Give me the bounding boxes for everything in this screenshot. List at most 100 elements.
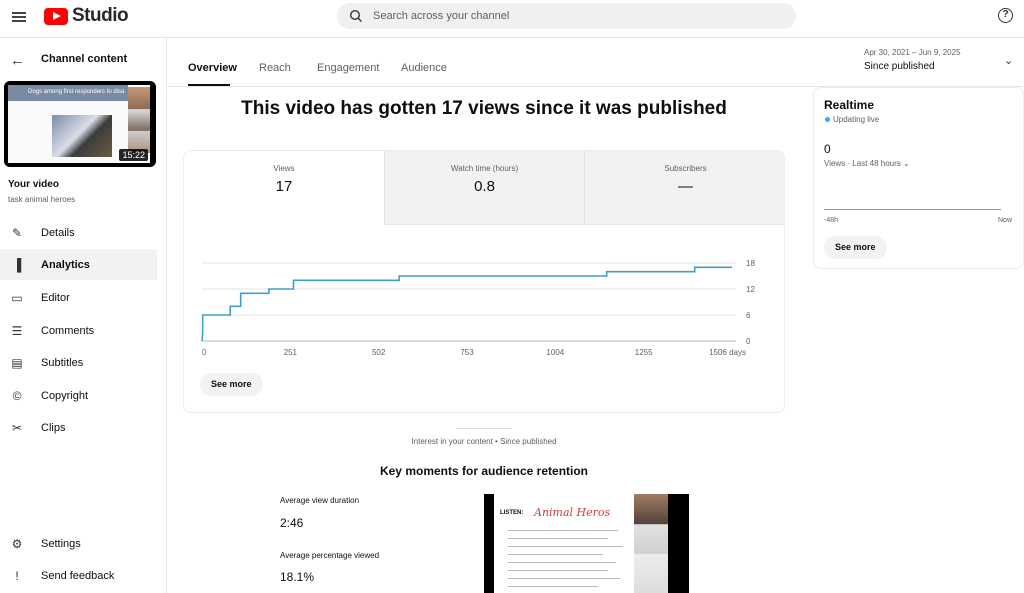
sidebar-item-send-feedback[interactable]: ! Send feedback xyxy=(0,560,157,591)
sidebar-item-label: Editor xyxy=(41,291,70,304)
y-tick-label: 6 xyxy=(746,311,751,320)
sidebar-item-editor[interactable]: ▭ Editor xyxy=(0,282,157,313)
realtime-see-more-button[interactable]: See more xyxy=(824,236,887,259)
video-title: task animal heroes xyxy=(8,195,76,204)
sidebar-item-label: Settings xyxy=(41,537,81,550)
sidebar-item-settings[interactable]: ⚙ Settings xyxy=(0,528,157,559)
metric-value: 17 xyxy=(275,178,293,195)
metric-value: — xyxy=(678,178,693,195)
avg-percentage-viewed-label: Average percentage viewed xyxy=(280,551,380,560)
main-content: Overview Reach Engagement Audience Apr 3… xyxy=(168,38,1024,593)
thumbnail-caption: Dogs among first responders to disa xyxy=(28,89,125,95)
section-divider xyxy=(456,428,512,429)
x-tick-label: 1004 xyxy=(546,348,564,357)
overview-card: Views 17 Watch time (hours) 0.8 Subscrib… xyxy=(183,150,785,413)
sidebar-item-label: Analytics xyxy=(41,258,90,271)
y-tick-label: 12 xyxy=(746,285,755,294)
thumbnail-dogs-photo xyxy=(52,115,112,157)
realtime-axis-end: Now xyxy=(998,217,1013,224)
x-tick-label: 251 xyxy=(284,348,298,357)
worksheet-handwriting: Animal Heros xyxy=(534,506,611,519)
x-tick-label: 502 xyxy=(372,348,386,357)
live-dot-icon xyxy=(825,117,830,122)
copyright-icon: © xyxy=(12,388,22,403)
pencil-icon: ✎ xyxy=(11,225,23,240)
webcam-column xyxy=(634,494,668,593)
sidebar-item-label: Copyright xyxy=(41,389,89,402)
page-headline: This video has gotten 17 views since it … xyxy=(241,98,727,119)
tab-engagement[interactable]: Engagement xyxy=(317,62,379,74)
views-series-line xyxy=(201,266,732,342)
x-tick-label: 0 xyxy=(202,348,207,357)
realtime-range-dropdown[interactable]: Views · Last 48 hours ⌄ xyxy=(824,159,910,168)
y-tick-label: 18 xyxy=(746,259,755,268)
sidebar-item-comments[interactable]: ☰ Comments xyxy=(0,315,157,346)
x-tick-label: 753 xyxy=(460,348,474,357)
metric-label: Subscribers xyxy=(664,164,707,173)
sidebar-item-subtitles[interactable]: ▤ Subtitles xyxy=(0,347,157,378)
help-icon[interactable]: ? xyxy=(998,8,1013,23)
metric-value: 0.8 xyxy=(474,178,495,195)
realtime-title: Realtime xyxy=(824,98,875,112)
subtitles-icon: ▤ xyxy=(11,355,23,370)
interest-section-label: Interest in your content • Since publish… xyxy=(411,437,557,446)
realtime-status: Updating live xyxy=(833,115,880,124)
film-icon: ▭ xyxy=(11,290,23,305)
tab-audience[interactable]: Audience xyxy=(401,62,447,74)
gear-icon: ⚙ xyxy=(11,536,23,551)
metric-tab-subscribers[interactable]: Subscribers — xyxy=(584,151,784,224)
worksheet-frame: LISTEN: Animal Heros xyxy=(494,494,634,593)
video-thumbnail[interactable]: Dogs among first responders to disa 15:2… xyxy=(4,81,156,167)
chevron-down-icon: ⌄ xyxy=(903,159,910,168)
scissors-icon: ✂ xyxy=(11,420,23,435)
metric-label: Views xyxy=(273,164,295,173)
metric-tab-views[interactable]: Views 17 xyxy=(184,151,384,224)
search-bar[interactable]: Search across your channel xyxy=(337,3,796,29)
tab-overview[interactable]: Overview xyxy=(188,62,237,74)
x-tick-label: 1506 days xyxy=(709,348,746,357)
comment-icon: ☰ xyxy=(11,323,23,338)
realtime-axis-start: -48h xyxy=(824,217,839,224)
analytics-icon: ▐ xyxy=(12,257,22,272)
sidebar-item-label: Clips xyxy=(41,421,66,434)
sidebar-item-label: Subtitles xyxy=(41,356,84,369)
sidebar-item-copyright[interactable]: © Copyright xyxy=(0,380,157,411)
studio-logo[interactable]: Studio xyxy=(44,5,129,27)
date-range-text: Apr 30, 2021 – Jun 9, 2025 xyxy=(864,48,961,57)
hamburger-menu-icon[interactable] xyxy=(10,9,28,25)
key-moments-title: Key moments for audience retention xyxy=(379,464,589,478)
worksheet-listen-text: LISTEN: xyxy=(500,510,524,516)
sidebar-item-clips[interactable]: ✂ Clips xyxy=(0,412,157,443)
date-range-label: Since published xyxy=(864,61,935,72)
search-placeholder: Search across your channel xyxy=(373,10,510,22)
sidebar-item-analytics[interactable]: ▐ Analytics xyxy=(0,249,157,280)
realtime-views-value: 0 xyxy=(824,142,831,156)
video-duration: 15:22 xyxy=(119,149,148,161)
search-icon xyxy=(349,9,362,22)
feedback-icon: ! xyxy=(15,568,19,583)
sidebar-item-label: Send feedback xyxy=(41,569,115,582)
sidebar-item-label: Comments xyxy=(41,324,95,337)
top-bar: Studio Search across your channel ? xyxy=(0,0,1024,38)
overview-see-more-button[interactable]: See more xyxy=(200,373,263,396)
sidebar-item-details[interactable]: ✎ Details xyxy=(0,217,157,248)
metric-divider xyxy=(384,224,784,225)
youtube-play-icon xyxy=(44,7,68,25)
avg-view-duration-value: 2:46 xyxy=(280,516,304,530)
tab-reach[interactable]: Reach xyxy=(259,62,291,74)
back-arrow-icon[interactable]: ← xyxy=(10,52,25,69)
realtime-axis xyxy=(824,209,1001,210)
chevron-down-icon[interactable]: ⌄ xyxy=(1004,54,1013,67)
sidebar: ← Channel content Dogs among first respo… xyxy=(0,38,167,593)
metric-label: Watch time (hours) xyxy=(450,164,519,173)
thumbnail-webcams xyxy=(128,87,150,153)
x-tick-label: 1255 xyxy=(635,348,653,357)
avg-view-duration-label: Average view duration xyxy=(280,496,360,505)
avg-percentage-viewed-value: 18.1% xyxy=(280,570,315,584)
realtime-card: Realtime Updating live 0 Views · Last 48… xyxy=(813,87,1024,269)
logo-text: Studio xyxy=(72,5,129,26)
retention-video-preview[interactable]: LISTEN: Animal Heros xyxy=(484,494,689,593)
your-video-label: Your video xyxy=(8,179,59,190)
metric-tab-watch-time[interactable]: Watch time (hours) 0.8 xyxy=(384,151,584,224)
y-tick-label: 0 xyxy=(746,337,751,346)
